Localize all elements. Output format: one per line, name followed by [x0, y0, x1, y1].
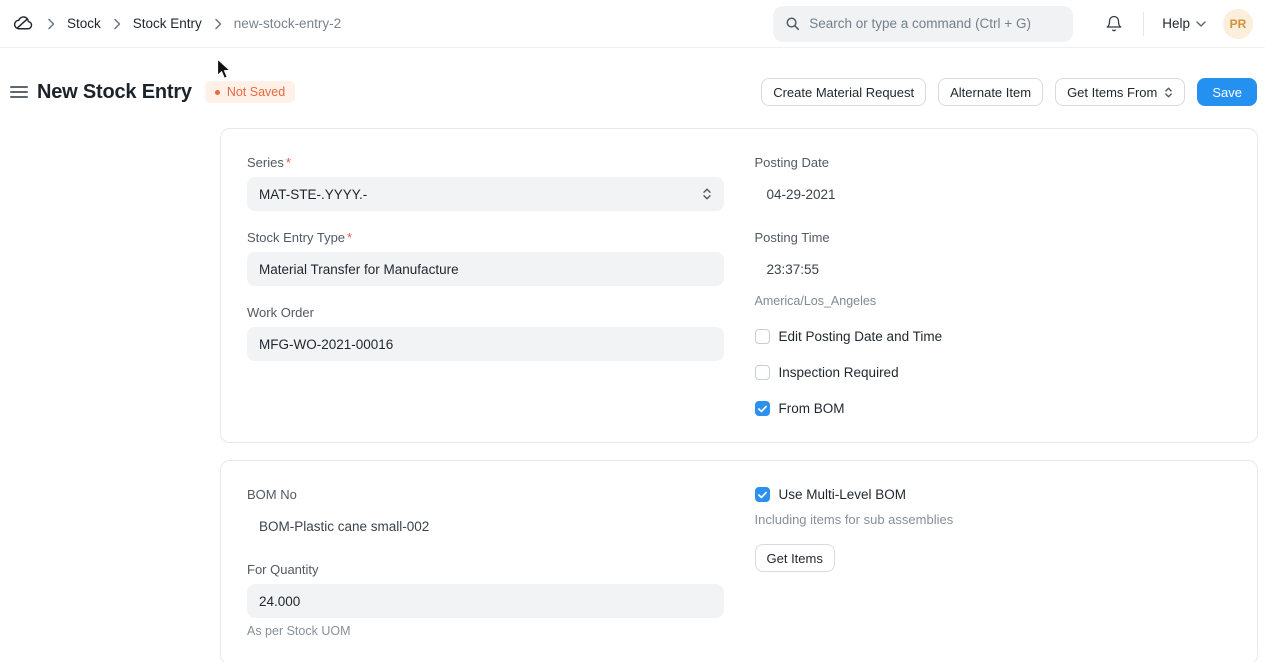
checkbox-unchecked-icon [755, 329, 770, 344]
mouse-pointer-icon [216, 58, 233, 80]
check-icon [758, 405, 767, 413]
required-asterisk: * [286, 155, 291, 170]
multi-level-bom-help: Including items for sub assemblies [755, 512, 1232, 527]
edit-posting-datetime-checkbox[interactable]: Edit Posting Date and Time [755, 329, 1232, 344]
form-body: Series* MAT-STE-.YYYY.- Stock Entry Type… [220, 128, 1258, 662]
work-order-input[interactable]: MFG-WO-2021-00016 [247, 327, 724, 361]
breadcrumb-stock[interactable]: Stock [67, 16, 101, 31]
posting-time-value: 23:37:55 [755, 252, 1232, 286]
work-order-field: Work Order MFG-WO-2021-00016 [247, 305, 724, 361]
from-bom-checkbox[interactable]: From BOM [755, 401, 1232, 416]
search-icon [785, 16, 800, 31]
bom-no-value: BOM-Plastic cane small-002 [247, 509, 724, 543]
section-details: Series* MAT-STE-.YYYY.- Stock Entry Type… [220, 128, 1258, 443]
status-badge: Not Saved [205, 81, 295, 103]
bom-no-label: BOM No [247, 487, 724, 502]
posting-date-field: Posting Date 04-29-2021 [755, 155, 1232, 211]
series-label: Series* [247, 155, 724, 170]
breadcrumb: Stock Stock Entry new-stock-entry-2 [12, 12, 341, 35]
help-menu[interactable]: Help [1162, 16, 1206, 31]
user-avatar[interactable]: PR [1223, 9, 1253, 39]
chevron-right-icon [214, 18, 222, 30]
posting-time-label: Posting Time [755, 230, 1232, 245]
stock-entry-type-field: Stock Entry Type* Material Transfer for … [247, 230, 724, 286]
get-items-from-button[interactable]: Get Items From [1055, 78, 1185, 106]
page-header: New Stock Entry Not Saved Create Materia… [10, 78, 1257, 106]
save-button[interactable]: Save [1197, 78, 1257, 106]
app-logo-icon[interactable] [12, 12, 35, 35]
breadcrumb-stock-entry[interactable]: Stock Entry [133, 16, 202, 31]
stock-entry-type-input[interactable]: Material Transfer for Manufacture [247, 252, 724, 286]
timezone-text: America/Los_Angeles [755, 294, 1232, 308]
navbar: Stock Stock Entry new-stock-entry-2 Sear… [0, 0, 1265, 48]
details-left-column: Series* MAT-STE-.YYYY.- Stock Entry Type… [247, 155, 724, 416]
series-field: Series* MAT-STE-.YYYY.- [247, 155, 724, 211]
search-placeholder: Search or type a command (Ctrl + G) [809, 16, 1031, 31]
status-badge-label: Not Saved [227, 85, 285, 99]
check-icon [758, 491, 767, 499]
bom-right-column: Use Multi-Level BOM Including items for … [755, 487, 1232, 638]
breadcrumb-current-doc: new-stock-entry-2 [234, 16, 341, 31]
get-items-from-label: Get Items From [1067, 85, 1157, 100]
checkbox-unchecked-icon [755, 365, 770, 380]
for-quantity-input[interactable]: 24.000 [247, 584, 724, 618]
status-dot-icon [215, 90, 220, 95]
bom-no-field: BOM No BOM-Plastic cane small-002 [247, 487, 724, 543]
posting-date-label: Posting Date [755, 155, 1232, 170]
sidebar-toggle-icon[interactable] [10, 86, 28, 98]
create-material-request-button[interactable]: Create Material Request [761, 78, 926, 106]
help-label: Help [1162, 16, 1190, 31]
get-items-button[interactable]: Get Items [755, 544, 835, 572]
series-value: MAT-STE-.YYYY.- [259, 187, 367, 202]
posting-date-value: 04-29-2021 [755, 177, 1232, 211]
inspection-required-checkbox[interactable]: Inspection Required [755, 365, 1232, 380]
notifications-bell-icon[interactable] [1105, 15, 1123, 33]
details-right-column: Posting Date 04-29-2021 Posting Time 23:… [755, 155, 1232, 416]
for-quantity-field: For Quantity 24.000 As per Stock UOM [247, 562, 724, 638]
section-bom: BOM No BOM-Plastic cane small-002 For Qu… [220, 460, 1258, 662]
for-quantity-value: 24.000 [259, 594, 300, 609]
divider [1143, 12, 1144, 36]
navbar-actions: Search or type a command (Ctrl + G) Help… [773, 6, 1253, 42]
chevron-right-icon [47, 18, 55, 30]
chevron-down-icon [1196, 21, 1206, 27]
work-order-value: MFG-WO-2021-00016 [259, 337, 393, 352]
select-arrows-icon [702, 187, 712, 201]
checkbox-checked-icon [755, 401, 770, 416]
checkbox-checked-icon [755, 487, 770, 502]
use-multi-level-bom-checkbox[interactable]: Use Multi-Level BOM [755, 487, 1232, 502]
select-arrows-icon [1164, 86, 1173, 99]
alternate-item-button[interactable]: Alternate Item [938, 78, 1043, 106]
stock-entry-type-label: Stock Entry Type* [247, 230, 724, 245]
series-select[interactable]: MAT-STE-.YYYY.- [247, 177, 724, 211]
required-asterisk: * [347, 230, 352, 245]
global-search-input[interactable]: Search or type a command (Ctrl + G) [773, 6, 1073, 42]
posting-time-field: Posting Time 23:37:55 [755, 230, 1232, 286]
stock-entry-type-value: Material Transfer for Manufacture [259, 262, 459, 277]
for-quantity-help: As per Stock UOM [247, 624, 724, 638]
chevron-right-icon [113, 18, 121, 30]
work-order-label: Work Order [247, 305, 724, 320]
bom-left-column: BOM No BOM-Plastic cane small-002 For Qu… [247, 487, 724, 638]
for-quantity-label: For Quantity [247, 562, 724, 577]
page-title: New Stock Entry [37, 81, 192, 104]
